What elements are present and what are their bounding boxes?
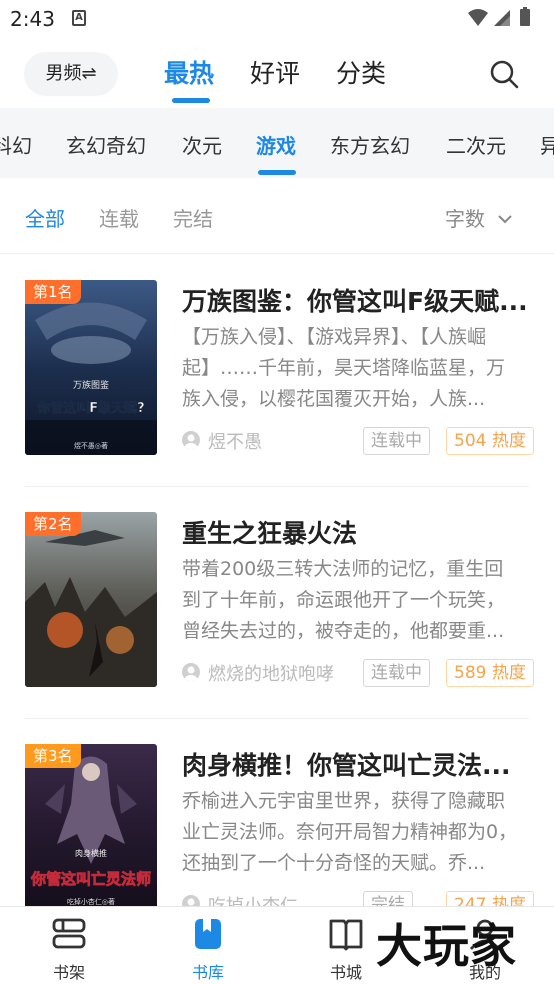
status-bar: 2:43 A — [0, 0, 554, 38]
top-nav: 男频⇌ 最热 好评 分类 — [0, 44, 554, 108]
book-store-icon — [328, 917, 364, 951]
author-name: 煜不愚 — [208, 432, 262, 453]
divider — [25, 718, 529, 719]
filter-all[interactable]: 全部 — [25, 203, 65, 232]
gender-switch-button[interactable]: 男频⇌ — [24, 52, 118, 96]
filter-ongoing[interactable]: 连载 — [99, 203, 139, 232]
bookshelf-icon — [51, 917, 87, 951]
rank-badge: 第2名 — [25, 512, 81, 536]
cover-text-main: 你管这叫F级天赋? — [36, 400, 144, 416]
book-description: 乔榆进入元宇宙里世界，获得了隐藏职业亡灵法师。奈何开局智力精神都为0，还抽到了一… — [182, 790, 518, 874]
cover-text-main: 你管这叫亡灵法师 — [30, 870, 151, 888]
tab-top-rated[interactable]: 好评 — [250, 54, 300, 90]
cover-text-top: 肉身横推 — [75, 848, 107, 858]
book-cover[interactable]: 万族图鉴 你管这叫F级天赋? 煜不愚◎著 — [25, 280, 157, 455]
book-title[interactable]: 肉身横推！你管这叫亡灵法... — [182, 746, 532, 782]
status-badge: 连载中 — [363, 659, 430, 687]
status-time: 2:43 — [10, 7, 55, 31]
filter-row: 全部 连载 完结 字数 — [0, 190, 554, 244]
cover-text-author: 煜不愚◎著 — [74, 441, 108, 450]
filter-completed[interactable]: 完结 — [173, 203, 213, 232]
status-badge: 连载中 — [363, 427, 430, 455]
rank-badge: 第1名 — [25, 280, 81, 304]
divider — [0, 253, 554, 254]
genre-tab-anime[interactable]: 二次元 — [446, 130, 506, 159]
cover-text-top: 万族图鉴 — [73, 379, 109, 391]
heat-badge: 504 热度 — [446, 427, 534, 455]
genre-tab-scifi[interactable]: 科幻 — [0, 130, 32, 159]
nav-library[interactable]: 书库 — [158, 907, 258, 984]
tab-categories[interactable]: 分类 — [336, 54, 386, 90]
author-avatar-icon — [182, 663, 200, 681]
nav-label: 书库 — [191, 963, 224, 982]
rank-badge: 第3名 — [25, 744, 81, 768]
wifi-icon — [468, 9, 488, 26]
cover-text-author: 吃掉小杏仁◎著 — [67, 897, 115, 906]
genre-tab-bar: 科幻 玄幻奇幻 次元 游戏 东方玄幻 二次元 异 — [0, 108, 554, 178]
book-cover[interactable] — [25, 512, 157, 687]
author-name: 燃烧的地狱咆哮 — [208, 664, 334, 685]
genre-tab-fantasy[interactable]: 玄幻奇幻 — [66, 130, 146, 159]
book-description: 带着200级三转大法师的记忆，重生回到了十年前，命运跟他开了一个玩笑，曾经失去过… — [182, 558, 506, 642]
nav-label: 书架 — [52, 963, 85, 982]
search-icon[interactable] — [488, 58, 520, 90]
sort-button[interactable]: 字数 — [445, 203, 485, 232]
book-list-item[interactable]: 第2名 重生之狂暴火法 带着200级三转大法师的记忆，重生回到了十年前，命运跟他… — [0, 512, 554, 744]
signal-icon — [494, 10, 510, 26]
genre-tab-overflow[interactable]: 异 — [540, 130, 554, 159]
book-library-icon — [190, 917, 226, 951]
author-avatar-icon — [182, 431, 200, 449]
book-description: 【万族入侵】、【游戏异界】、【人族崛起】……千年前，昊天塔降临蓝星，万族入侵，以… — [182, 326, 506, 410]
tab-hottest[interactable]: 最热 — [164, 54, 214, 90]
genre-tab-game[interactable]: 游戏 — [256, 130, 296, 159]
battery-icon — [520, 7, 530, 26]
genre-tab-dimension[interactable]: 次元 — [182, 130, 222, 159]
heat-badge: 589 热度 — [446, 659, 534, 687]
nav-bookshelf[interactable]: 书架 — [19, 907, 119, 984]
notification-icon: A — [72, 10, 86, 26]
book-cover[interactable]: 肉身横推 你管这叫亡灵法师 吃掉小杏仁◎著 — [25, 744, 157, 919]
chevron-down-icon[interactable] — [497, 210, 513, 229]
book-title[interactable]: 重生之狂暴火法 — [182, 514, 532, 550]
watermark-logo: 大玩家 — [376, 919, 517, 973]
book-title[interactable]: 万族图鉴：你管这叫F级天赋... — [182, 282, 532, 318]
tab-indicator — [172, 98, 210, 103]
book-list-item[interactable]: 万族图鉴 你管这叫F级天赋? 煜不愚◎著 第1名 万族图鉴：你管这叫F级天赋..… — [0, 280, 554, 512]
status-icons — [466, 7, 540, 33]
genre-indicator — [258, 170, 296, 175]
genre-tab-eastern-fantasy[interactable]: 东方玄幻 — [330, 130, 410, 159]
divider — [25, 486, 529, 487]
